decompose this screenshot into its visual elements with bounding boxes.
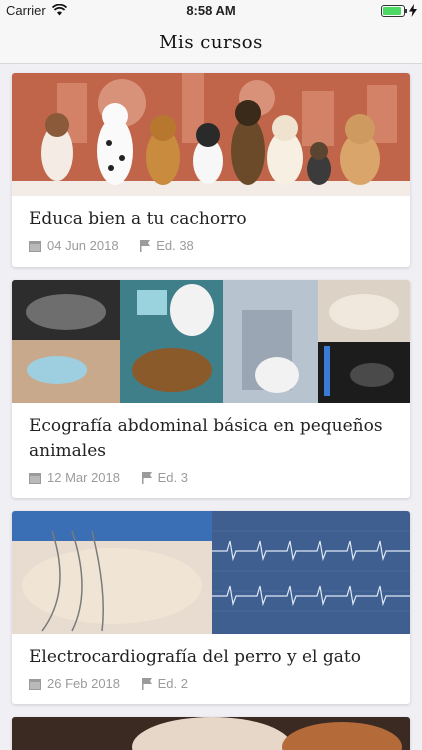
flag-icon [140,240,151,252]
calendar-icon [29,679,41,690]
charging-icon [409,4,417,17]
course-edition: Ed. 3 [157,470,188,485]
ecg-collage [12,511,410,634]
course-title: Ecografía abdominal básica en pequeños a… [29,416,383,461]
battery-level [383,7,401,15]
status-bar: Carrier 8:58 AM [0,0,422,22]
flag-icon [141,472,152,484]
status-time: 8:58 AM [186,3,236,18]
course-image-ecg [12,511,410,634]
battery-icon [381,5,405,17]
course-title: Educa bien a tu cachorro [29,209,247,229]
course-title: Electrocardiografía del perro y el gato [29,647,361,667]
flag-icon [141,678,152,690]
course-card[interactable]: Electrocardiografía del perro y el gato … [12,511,410,704]
course-image-ultrasound [12,280,410,403]
calendar-icon [29,473,41,484]
ultrasound-collage [12,280,410,403]
course-meta: 26 Feb 2018 Ed. 2 [29,676,188,691]
course-date: 26 Feb 2018 [47,676,121,691]
navigation-bar: Mis cursos [0,22,422,64]
page-title: Mis cursos [159,32,263,53]
calendar-icon [29,241,41,252]
course-meta: 04 Jun 2018 Ed. 38 [29,238,194,253]
course-card[interactable] [12,717,410,750]
course-edition: Ed. 2 [157,676,188,691]
dog-photo [12,717,410,750]
course-edition: Ed. 38 [156,238,194,253]
course-card[interactable]: Ecografía abdominal básica en pequeños a… [12,280,410,498]
puppies-illustration [12,73,410,196]
battery-cap [405,9,407,13]
course-image-puppies [12,73,410,196]
course-date: 04 Jun 2018 [47,238,119,253]
course-card[interactable]: Educa bien a tu cachorro 04 Jun 2018 Ed.… [12,73,410,267]
course-meta: 12 Mar 2018 Ed. 3 [29,470,188,485]
course-date: 12 Mar 2018 [47,470,120,485]
course-image-dog [12,717,410,750]
